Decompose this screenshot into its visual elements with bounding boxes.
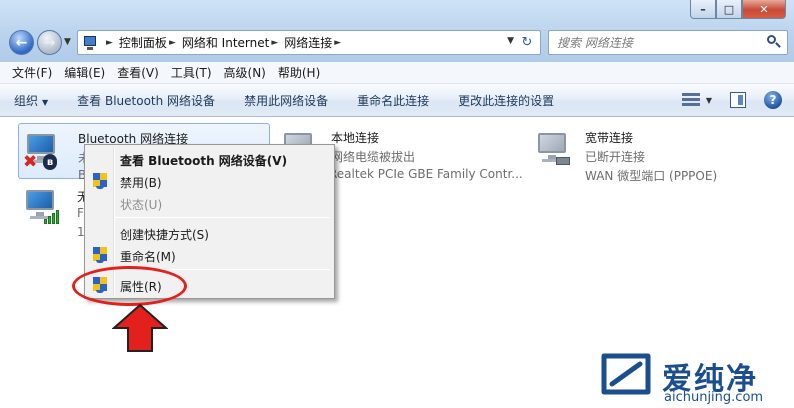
back-arrow-icon: ← — [15, 34, 28, 51]
watermark-url: aichunjing.com — [664, 390, 764, 405]
navigation-bar: ← → ▼ ► 控制面板 ► 网络和 Internet ► 网络连接 ► ▼ ↻ — [0, 28, 794, 58]
minimize-button[interactable]: – — [690, 0, 716, 19]
search-input[interactable] — [557, 35, 757, 50]
rename-connection-button[interactable]: 重命名此连接 — [357, 92, 429, 109]
uac-shield-icon — [93, 247, 107, 263]
breadcrumb-control-panel[interactable]: 控制面板 — [119, 34, 167, 51]
recent-pages-dropdown[interactable]: ▼ — [64, 37, 71, 47]
menu-file[interactable]: 文件(F) — [6, 64, 58, 81]
view-bluetooth-devices-button[interactable]: 查看 Bluetooth 网络设备 — [77, 92, 215, 109]
breadcrumb-network-internet[interactable]: 网络和 Internet — [182, 34, 269, 51]
red-up-arrow-icon — [112, 304, 168, 352]
wan-pc-icon — [532, 129, 572, 169]
organize-button[interactable]: 组织 ▼ — [14, 92, 48, 109]
breadcrumb-chevron-icon[interactable]: ► — [271, 38, 278, 48]
uac-shield-icon — [93, 173, 107, 189]
connection-status: 网络电缆被拔出 — [331, 150, 416, 164]
highlight-ellipse — [72, 266, 187, 306]
menu-advanced[interactable]: 高级(N) — [218, 64, 272, 81]
menu-item-label: 重命名(M) — [120, 250, 176, 264]
menu-bar: 文件(F) 编辑(E) 查看(V) 工具(T) 高级(N) 帮助(H) — [0, 62, 794, 84]
menu-item-label: 禁用(B) — [120, 176, 162, 190]
forward-button[interactable]: → — [37, 30, 62, 55]
menu-item-disable[interactable]: 禁用(B) — [87, 170, 332, 192]
back-button[interactable]: ← — [9, 30, 34, 55]
bluetooth-icon: ʙ — [43, 154, 57, 170]
menu-item-view-bluetooth[interactable]: 查看 Bluetooth 网络设备(V) — [87, 148, 332, 170]
breadcrumb-network-connections[interactable]: 网络连接 — [284, 34, 332, 51]
preview-pane-icon[interactable] — [730, 92, 746, 108]
connection-text: 宽带连接 已断开连接 WAN 微型端口 (PPPOE) — [585, 123, 782, 183]
address-history-dropdown[interactable]: ▼ — [507, 36, 514, 46]
maximize-button[interactable]: □ — [716, 0, 742, 19]
chevron-down-icon: ▼ — [42, 97, 49, 107]
watermark: 爱纯净 aichunjing.com — [598, 352, 794, 408]
command-bar: 组织 ▼ 查看 Bluetooth 网络设备 禁用此网络设备 重命名此连接 更改此… — [0, 84, 794, 117]
menu-item-status[interactable]: 状态(U) — [87, 192, 332, 214]
help-icon[interactable]: ? — [764, 91, 782, 109]
menu-item-create-shortcut[interactable]: 创建快捷方式(S) — [87, 222, 332, 244]
menu-tools[interactable]: 工具(T) — [165, 64, 218, 81]
connection-device: Realtek PCIe GBE Family Contr... — [329, 167, 523, 181]
breadcrumb-chevron-icon[interactable]: ► — [334, 38, 341, 48]
wifi-signal-icon — [44, 210, 60, 224]
connection-text: 本地连接 网络电缆被拔出 Realtek PCIe GBE Family Con… — [329, 123, 523, 181]
connection-name: 本地连接 — [331, 131, 380, 145]
modem-plug-icon — [556, 157, 570, 165]
breadcrumb-chevron-icon[interactable]: ► — [169, 38, 176, 48]
control-panel-icon — [82, 35, 98, 51]
view-tools: ▼ ? — [681, 91, 782, 109]
menu-view[interactable]: 查看(V) — [111, 64, 165, 81]
address-bar[interactable]: ► 控制面板 ► 网络和 Internet ► 网络连接 ► ▼ ↻ — [77, 30, 541, 55]
watermark-logo — [601, 353, 651, 395]
refresh-icon[interactable]: ↻ — [518, 33, 536, 51]
connection-device: WAN 微型端口 (PPPOE) — [585, 169, 718, 183]
breadcrumb-chevron-icon[interactable]: ► — [106, 38, 113, 48]
search-box[interactable] — [548, 30, 788, 55]
menu-separator — [115, 217, 330, 218]
wireless-pc-icon — [20, 186, 60, 226]
menu-item-label: 创建快捷方式(S) — [120, 228, 209, 242]
menu-item-rename[interactable]: 重命名(M) — [87, 244, 332, 266]
organize-label: 组织 — [14, 93, 39, 108]
connection-name: 宽带连接 — [585, 131, 634, 145]
menu-help[interactable]: 帮助(H) — [272, 64, 326, 81]
disable-device-button[interactable]: 禁用此网络设备 — [244, 92, 328, 109]
change-view-icon[interactable] — [681, 92, 700, 108]
menu-item-label: 状态(U) — [120, 198, 163, 212]
connection-status: F — [77, 206, 84, 220]
forward-arrow-icon: → — [43, 34, 56, 51]
window-chrome: – □ ✕ ← → ▼ ► 控制面板 ► 网络和 Internet ► 网络连接… — [0, 0, 794, 62]
search-icon[interactable] — [767, 35, 781, 49]
connection-status: 已断开连接 — [585, 150, 646, 164]
close-button[interactable]: ✕ — [742, 0, 786, 19]
connection-broadband[interactable]: 宽带连接 已断开连接 WAN 微型端口 (PPPOE) — [532, 123, 782, 183]
bluetooth-pc-icon: ✖ ʙ — [21, 130, 61, 172]
disconnected-x-icon: ✖ — [23, 152, 38, 172]
change-settings-button[interactable]: 更改此连接的设置 — [458, 92, 554, 109]
window-controls: – □ ✕ — [690, 0, 786, 20]
menu-item-label: 查看 Bluetooth 网络设备(V) — [120, 154, 288, 168]
view-options-dropdown[interactable]: ▼ — [706, 96, 712, 105]
menu-edit[interactable]: 编辑(E) — [58, 64, 111, 81]
